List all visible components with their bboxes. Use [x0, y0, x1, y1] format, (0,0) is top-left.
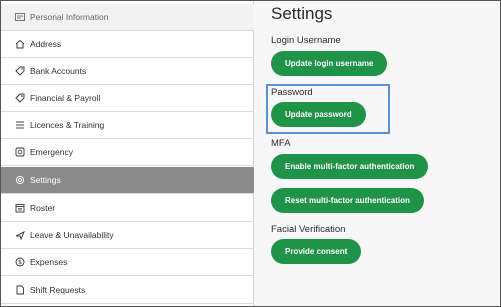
settings-window: Personal Information Address Bank Accoun…	[0, 0, 501, 307]
page-title: Settings	[271, 4, 333, 23]
sidebar-item-shift-requests[interactable]: Shift Requests	[1, 277, 254, 304]
sidebar-item-label: Leave & Unavailability	[30, 230, 114, 240]
sidebar-item-label: Bank Accounts	[30, 66, 87, 76]
sidebar-nav: Personal Information Address Bank Accoun…	[1, 1, 254, 306]
mfa-label: MFA	[271, 138, 291, 149]
update-password-button[interactable]: Update password	[271, 102, 366, 127]
enable-mfa-button[interactable]: Enable multi-factor authentication	[271, 154, 429, 179]
tag-icon	[14, 92, 26, 104]
sidebar-item-label: Personal Information	[30, 12, 109, 22]
sidebar-item-label: Shift Requests	[30, 285, 86, 295]
sidebar-item-financial-payroll[interactable]: Financial & Payroll	[1, 85, 254, 112]
calendar-icon	[14, 202, 26, 214]
sidebar-item-leave-unavailability[interactable]: Leave & Unavailability	[1, 222, 254, 249]
sidebar-item-personal-information[interactable]: Personal Information	[1, 4, 254, 31]
update-login-username-button[interactable]: Update login username	[271, 51, 388, 76]
sidebar-item-label: Roster	[30, 203, 56, 213]
sidebar-item-emergency[interactable]: Emergency	[1, 139, 254, 166]
password-label: Password	[271, 87, 313, 98]
emergency-icon	[14, 146, 26, 158]
sidebar-item-address[interactable]: Address	[1, 31, 254, 58]
sidebar-item-label: Financial & Payroll	[30, 93, 101, 103]
home-icon	[14, 38, 26, 50]
facial-verification-label: Facial Verification	[271, 224, 346, 235]
sidebar-item-roster[interactable]: Roster	[1, 195, 254, 222]
sidebar-item-licences-training[interactable]: Licences & Training	[1, 112, 254, 139]
tag-icon	[14, 65, 26, 77]
sidebar-item-label: Emergency	[30, 147, 73, 157]
sidebar-item-settings[interactable]: Settings	[1, 167, 254, 194]
id-card-icon	[14, 11, 26, 23]
reset-mfa-button[interactable]: Reset multi-factor authentication	[271, 188, 424, 213]
plane-icon	[14, 229, 26, 241]
sidebar-item-expenses[interactable]: $ Expenses	[1, 249, 254, 276]
settings-panel: Settings Login Username Update login use…	[254, 1, 500, 306]
svg-text:$: $	[18, 259, 22, 266]
document-icon	[14, 284, 26, 296]
sidebar-item-label: Settings	[30, 175, 61, 185]
provide-consent-button[interactable]: Provide consent	[271, 239, 362, 264]
sidebar-item-label: Licences & Training	[30, 120, 105, 130]
list-icon	[14, 119, 26, 131]
login-username-label: Login Username	[271, 35, 341, 46]
gear-icon	[14, 174, 26, 186]
sidebar-item-label: Address	[30, 39, 62, 49]
dollar-icon: $	[14, 256, 26, 268]
sidebar-item-bank-accounts[interactable]: Bank Accounts	[1, 58, 254, 85]
sidebar-item-label: Expenses	[30, 257, 68, 267]
